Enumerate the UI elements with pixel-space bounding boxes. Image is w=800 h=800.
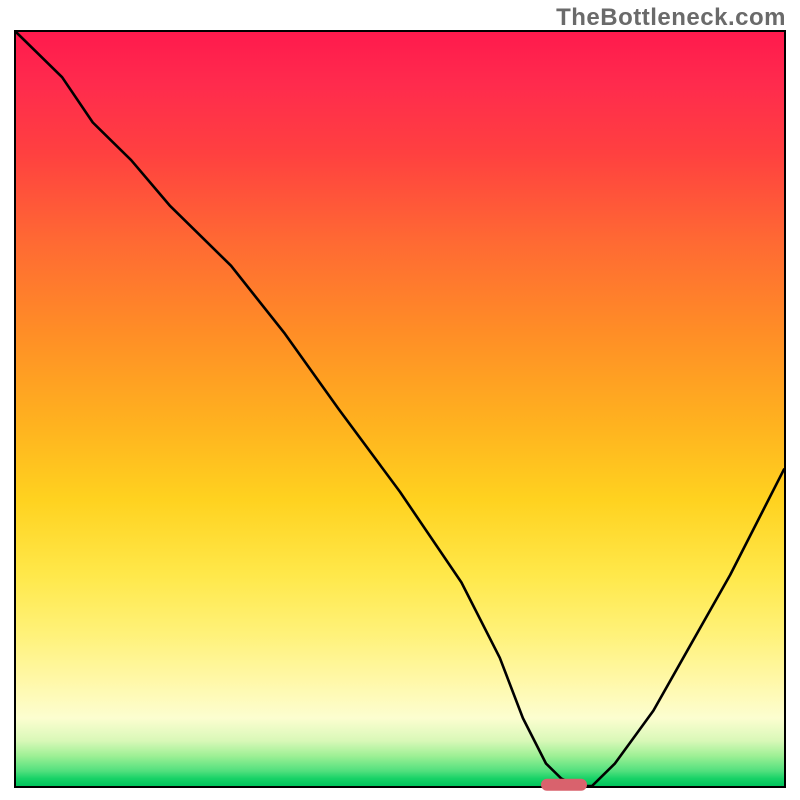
attribution-text: TheBottleneck.com (556, 4, 786, 32)
chart-frame (14, 30, 786, 788)
chart-background-gradient (16, 32, 784, 786)
optimum-marker (541, 779, 587, 791)
